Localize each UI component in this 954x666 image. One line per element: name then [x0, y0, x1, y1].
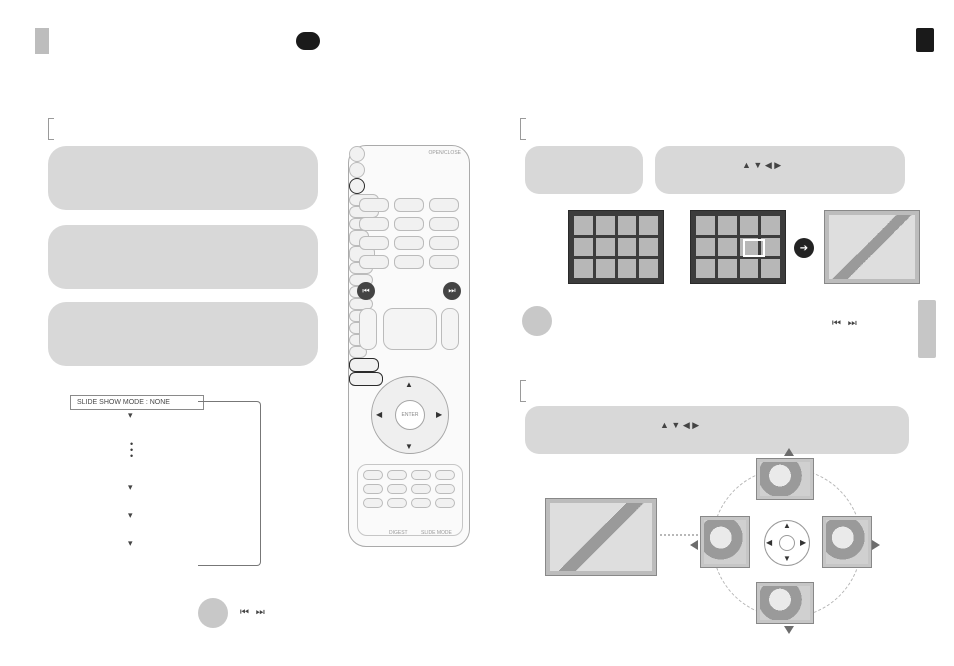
channel-rocker[interactable] [441, 308, 459, 350]
down-arrow-icon: ▾ [128, 510, 133, 521]
slide-mode-label: SLIDE MODE [421, 530, 452, 536]
header-dot [296, 32, 320, 50]
num-button[interactable] [359, 217, 389, 231]
mode-item: SLIDE SHOW MODE : NONE [70, 395, 204, 410]
rotated-thumb-right [822, 516, 872, 568]
skip-icons: ⏮ ⏭ [832, 318, 859, 329]
arrow-right-icon: ➔ [794, 238, 814, 258]
volume-rocker[interactable] [359, 308, 377, 350]
slide-mode-button[interactable] [349, 372, 383, 386]
side-tab [918, 300, 936, 358]
right-arrow-icon [872, 540, 880, 550]
remote-button[interactable] [387, 470, 407, 480]
num-button[interactable] [359, 198, 389, 212]
rotated-thumb-down [756, 582, 814, 624]
section-mark-c [520, 380, 526, 402]
num-button[interactable] [359, 236, 389, 250]
remote-button[interactable] [363, 498, 383, 508]
cursor-arrows-label: ▲ ▼ ◀ ▶ [742, 160, 781, 171]
section-mark-b [520, 118, 526, 140]
mode-loop-line [198, 401, 261, 566]
num-button[interactable] [429, 255, 459, 269]
digest-grid-before [568, 210, 664, 284]
left-arrow-icon [690, 540, 698, 550]
rotation-step-panel [525, 406, 909, 454]
down-arrow-icon: ▾ [128, 482, 133, 493]
open-close-label: OPEN/CLOSE [428, 150, 461, 156]
digest-grid-after [690, 210, 786, 284]
enter-button[interactable]: ENTER [395, 400, 425, 430]
remote-button[interactable] [363, 484, 383, 494]
next-button[interactable]: ⏭ [443, 282, 461, 300]
digest-label: DIGEST [389, 530, 408, 536]
tuning-ring-small[interactable] [383, 308, 437, 350]
header-accent-bar [35, 28, 49, 54]
num-button[interactable] [394, 198, 424, 212]
remote-control-diagram: OPEN/CLOSE ⏮ ⏭ ENTER ▲ ▼ ◀ ▶ [348, 145, 470, 547]
rotated-thumb-up [756, 458, 814, 500]
num-button[interactable] [359, 255, 389, 269]
down-arrow-icon: ▾ [128, 410, 133, 421]
rotated-thumb-left [700, 516, 750, 568]
instruction-panel-3 [48, 302, 318, 366]
ellipsis-icon: ••• [130, 441, 133, 459]
remote-button[interactable] [363, 470, 383, 480]
down-arrow-icon: ▾ [128, 538, 133, 549]
instruction-panel-2 [48, 225, 318, 289]
digest-button[interactable] [349, 358, 379, 372]
cursor-center-icon [779, 535, 795, 551]
skip-icons: ⏮ ⏭ [240, 607, 267, 618]
num-button[interactable] [429, 217, 459, 231]
num-button[interactable] [394, 255, 424, 269]
cursor-arrows-label: ▲ ▼ ◀ ▶ [660, 420, 699, 431]
original-photo [545, 498, 657, 576]
remote-button[interactable] [387, 484, 407, 494]
section-mark-a [48, 118, 54, 140]
remote-button[interactable] [411, 498, 431, 508]
remote-button[interactable] [435, 470, 455, 480]
remote-button[interactable] [435, 484, 455, 494]
remote-button[interactable] [349, 146, 365, 162]
enlarged-photo [824, 210, 920, 284]
prev-button[interactable]: ⏮ [357, 282, 375, 300]
selected-thumb [743, 239, 765, 257]
power-button[interactable] [349, 178, 365, 194]
instruction-panel-1 [48, 146, 318, 210]
page-corner-mark [916, 28, 934, 52]
note-bullet [198, 598, 228, 628]
down-arrow-icon [784, 626, 794, 634]
num-button[interactable] [394, 236, 424, 250]
num-button[interactable] [394, 217, 424, 231]
remote-button[interactable] [411, 484, 431, 494]
remote-button[interactable] [387, 498, 407, 508]
num-button[interactable] [429, 198, 459, 212]
note-bullet [522, 306, 552, 336]
num-button[interactable] [429, 236, 459, 250]
remote-button[interactable] [349, 162, 365, 178]
digest-step-panel-1 [525, 146, 643, 194]
remote-button[interactable] [411, 470, 431, 480]
mode-label: SLIDE SHOW MODE : NONE [77, 399, 170, 406]
up-arrow-icon [784, 448, 794, 456]
remote-button[interactable] [435, 498, 455, 508]
